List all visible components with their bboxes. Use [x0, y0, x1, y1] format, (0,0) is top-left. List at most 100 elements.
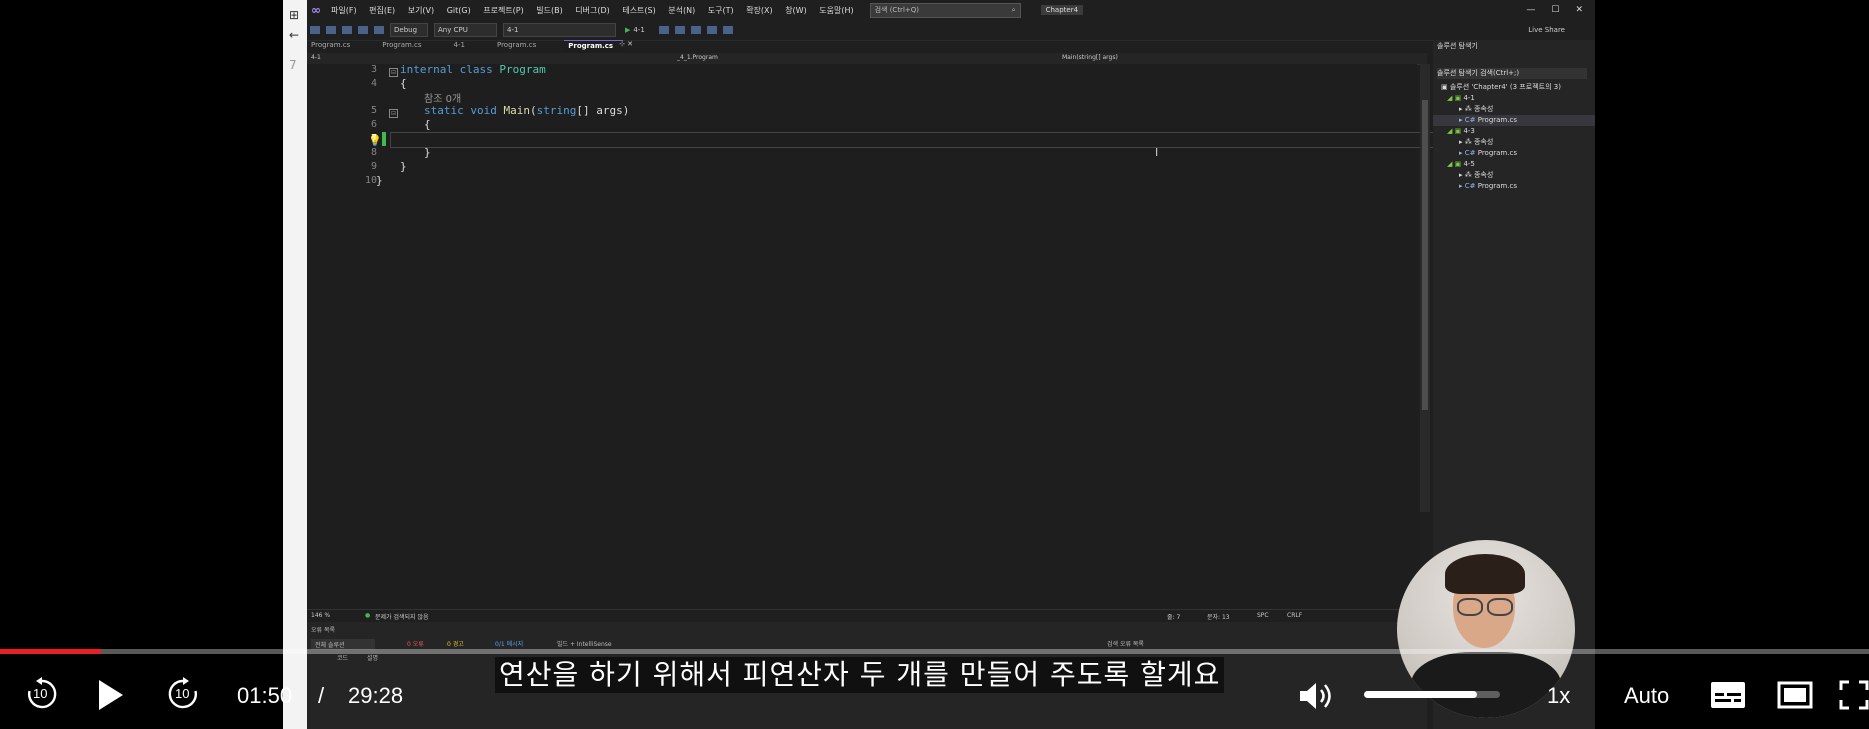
- menu-item[interactable]: 빌드(B): [536, 6, 562, 15]
- menu-item[interactable]: 파일(F): [331, 6, 357, 15]
- tab-4-1[interactable]: 4-1: [450, 40, 475, 53]
- start-debug-icon[interactable]: ▶: [625, 26, 630, 34]
- code-editor[interactable]: ⊟ ⊟ 💡 3 internal class Program 4{참조 0개 5 sta…: [307, 63, 1442, 609]
- comment-icon[interactable]: [706, 26, 717, 34]
- run-without-debug-icon[interactable]: [658, 26, 669, 34]
- duration: 29:28: [348, 683, 404, 708]
- build-filter-dropdown[interactable]: 빌드 + IntelliSense: [557, 639, 612, 648]
- current-time: 01:50: [237, 683, 293, 708]
- live-share-button[interactable]: Live Share: [1528, 26, 1565, 34]
- fullscreen-button[interactable]: [1839, 680, 1869, 714]
- line-number: 6: [370, 119, 377, 130]
- menu-item[interactable]: 보기(V): [408, 6, 434, 15]
- save-all-icon[interactable]: [358, 26, 368, 34]
- platform-dropdown[interactable]: Any CPU: [434, 23, 497, 37]
- volume-slider[interactable]: [1364, 691, 1500, 698]
- code-line: {: [424, 118, 431, 131]
- code-token: Main: [503, 104, 530, 117]
- tab-program-cs[interactable]: Program.cs: [378, 40, 431, 53]
- mouse-cursor-icon: I: [1155, 146, 1159, 159]
- solution-item-proj[interactable]: ◢ ▣ 4-3: [1433, 126, 1475, 137]
- code-token: string: [536, 104, 577, 117]
- bookmark-icon[interactable]: [722, 26, 733, 34]
- editor-scrollbar[interactable]: [1420, 64, 1430, 512]
- column-header-code: 코드: [337, 655, 349, 662]
- code-token: void: [470, 104, 504, 117]
- time-separator: /: [318, 683, 325, 708]
- menu-item[interactable]: 도구(T): [708, 6, 734, 15]
- menu-item[interactable]: 디버그(D): [575, 6, 609, 15]
- run-target-label[interactable]: 4-1: [633, 26, 644, 34]
- rewind-10-button[interactable]: 10: [24, 676, 60, 712]
- solution-item-dep[interactable]: ▸ ⁂ 종속성: [1433, 104, 1493, 115]
- tab-program-cs[interactable]: Program.cs: [493, 40, 546, 53]
- warnings-filter[interactable]: 0 경고: [447, 639, 464, 648]
- solution-item-label: Program.cs: [1477, 149, 1517, 157]
- error-search-input[interactable]: 검색 오류 목록: [1107, 639, 1144, 648]
- menu-item[interactable]: 프로젝트(P): [483, 6, 524, 15]
- menu-item[interactable]: 창(W): [785, 6, 807, 15]
- tab-program-cs-active[interactable]: Program.cs: [564, 40, 624, 53]
- solution-item-proj[interactable]: ◢ ▣ 4-5: [1433, 159, 1475, 170]
- solution-root[interactable]: ▣ 솔루션 'Chapter4' (3 프로젝트의 3): [1441, 82, 1561, 93]
- startup-project-dropdown[interactable]: 4-1: [503, 23, 616, 37]
- tab-close-icon[interactable]: ⊹ ✕: [619, 40, 633, 53]
- quality-button[interactable]: Auto: [1624, 683, 1669, 709]
- search-placeholder: 검색 (Ctrl+Q): [874, 5, 919, 14]
- solution-explorer-title: 솔루션 탐색기: [1437, 42, 1478, 50]
- hot-reload-icon[interactable]: [674, 26, 685, 34]
- issues-status[interactable]: 문제가 검색되지 않음: [375, 612, 429, 621]
- solution-item-file[interactable]: ▸ C# Program.cs: [1433, 115, 1595, 126]
- diagnostics-icon[interactable]: [690, 26, 701, 34]
- config-dropdown[interactable]: Debug: [390, 23, 428, 37]
- menu-item[interactable]: 분석(N): [668, 6, 695, 15]
- theater-mode-button[interactable]: [1777, 681, 1813, 713]
- volume-button[interactable]: [1298, 680, 1338, 716]
- maximize-button[interactable]: ☐: [1551, 5, 1559, 15]
- play-button[interactable]: [97, 679, 125, 715]
- playback-speed-button[interactable]: 1x: [1547, 683, 1570, 709]
- code-token: {: [400, 77, 407, 90]
- progress-fill: [0, 649, 101, 654]
- errors-filter[interactable]: 0 오류: [407, 639, 424, 648]
- solution-item-dep[interactable]: ▸ ⁂ 종속성: [1433, 170, 1493, 181]
- menu-item[interactable]: 확장(X): [746, 6, 772, 15]
- solution-search-input[interactable]: 솔루션 탐색기 검색(Ctrl+;): [1437, 68, 1587, 79]
- menu-item[interactable]: Git(G): [447, 6, 471, 15]
- search-input[interactable]: 검색 (Ctrl+Q) ⌕: [869, 2, 1021, 18]
- project-icon: ◢ ▣: [1447, 94, 1464, 102]
- strip-item: ←: [289, 28, 300, 42]
- nav-class-dropdown[interactable]: _4_1.Program: [677, 54, 718, 61]
- code-line: }: [424, 146, 431, 159]
- tab-program-cs[interactable]: Program.cs: [307, 40, 360, 53]
- progress-bar[interactable]: [0, 649, 1869, 654]
- solution-item-dep[interactable]: ▸ ⁂ 종속성: [1433, 137, 1493, 148]
- forward-10-button[interactable]: 10: [165, 676, 201, 712]
- menu-bar: 파일(F) 편집(E) 보기(V) Git(G) 프로젝트(P) 빌드(B) 디…: [331, 5, 864, 16]
- code-token: [] args): [576, 104, 630, 117]
- menu-item[interactable]: 도움말(H): [819, 6, 853, 15]
- new-item-icon[interactable]: [326, 26, 336, 34]
- solution-item-label: 종속성: [1473, 138, 1494, 146]
- dependencies-icon: ▸ ⁂: [1459, 138, 1474, 146]
- fold-toggle-icon[interactable]: ⊟: [389, 68, 398, 77]
- solution-item-file[interactable]: ▸ C# Program.cs: [1433, 148, 1517, 159]
- minimize-button[interactable]: —: [1526, 5, 1535, 15]
- captions-icon: [1711, 682, 1745, 708]
- messages-filter[interactable]: 0/1 메시지: [495, 639, 523, 648]
- nav-project-dropdown[interactable]: 4-1: [311, 54, 321, 61]
- back-icon[interactable]: [310, 26, 320, 34]
- menu-item[interactable]: 편집(E): [369, 6, 395, 15]
- menu-item[interactable]: 테스트(S): [622, 6, 655, 15]
- captions-button[interactable]: [1710, 681, 1746, 713]
- solution-item-proj[interactable]: ◢ ▣ 4-1: [1433, 93, 1475, 104]
- scrollbar-thumb[interactable]: [1422, 100, 1428, 410]
- undo-icon[interactable]: [374, 26, 384, 34]
- zoom-level[interactable]: 146 %: [311, 612, 330, 619]
- project-icon: ◢ ▣: [1447, 160, 1464, 168]
- close-button[interactable]: ✕: [1575, 5, 1583, 15]
- save-icon[interactable]: [342, 26, 352, 34]
- solution-item-file[interactable]: ▸ C# Program.cs: [1433, 181, 1517, 192]
- nav-member-dropdown[interactable]: Main(string[] args): [1062, 54, 1118, 61]
- fold-toggle-icon[interactable]: ⊟: [389, 109, 398, 118]
